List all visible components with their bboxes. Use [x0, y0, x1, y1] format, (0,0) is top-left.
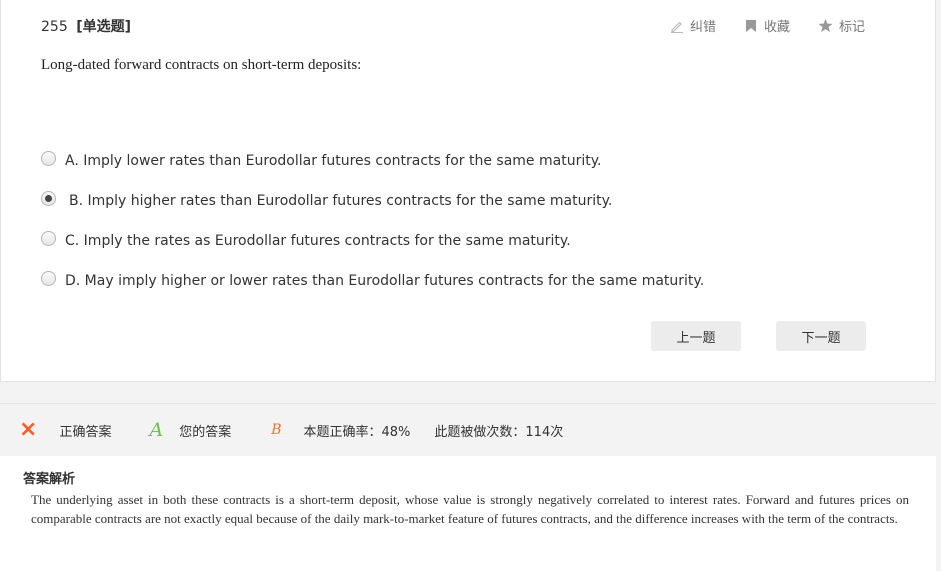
question-header: 255 [单选题]	[41, 16, 131, 36]
question-card: 255 [单选题] 纠错 收藏 标记 Long-dated forward co…	[0, 0, 936, 382]
correct-answer-value: A	[149, 419, 164, 441]
wrong-icon: ×	[19, 417, 38, 442]
report-error-label: 纠错	[689, 20, 716, 35]
pencil-icon	[670, 19, 684, 33]
question-tools: 纠错 收藏 标记	[670, 16, 865, 35]
next-question-button[interactable]: 下一题	[776, 321, 866, 351]
your-answer-value: B	[271, 422, 282, 438]
your-answer-label: 您的答案	[179, 424, 232, 440]
radio-b[interactable]	[41, 190, 56, 206]
mark-button[interactable]: 标记	[818, 16, 865, 35]
analysis-title: 答案解析	[23, 472, 76, 487]
star-icon	[818, 18, 833, 33]
option-b-text: B. Imply higher rates than Eurodollar fu…	[69, 193, 613, 209]
radio-a[interactable]	[41, 150, 56, 166]
question-stem: Long-dated forward contracts on short-te…	[41, 57, 362, 73]
option-a-text: A. Imply lower rates than Eurodollar fut…	[65, 153, 602, 169]
mark-label: 标记	[838, 20, 865, 35]
correct-answer-label: 正确答案	[59, 424, 112, 440]
radio-d[interactable]	[41, 270, 56, 286]
favorite-button[interactable]: 收藏	[744, 16, 790, 35]
attempt-count: 此题被做次数：114次	[434, 424, 564, 440]
option-d[interactable]: D. May imply higher or lower rates than …	[41, 261, 704, 301]
answer-analysis: 答案解析 The underlying asset in both these …	[0, 456, 936, 571]
correct-rate: 本题正确率：48%	[303, 424, 411, 440]
bookmark-icon	[744, 19, 758, 33]
option-c[interactable]: C. Imply the rates as Eurodollar futures…	[41, 221, 704, 261]
option-c-text: C. Imply the rates as Eurodollar futures…	[65, 233, 571, 249]
question-number: 255	[41, 19, 68, 35]
option-a[interactable]: A. Imply lower rates than Eurodollar fut…	[41, 141, 704, 181]
options-list: A. Imply lower rates than Eurodollar fut…	[41, 141, 704, 301]
report-error-button[interactable]: 纠错	[670, 16, 716, 35]
question-type: [单选题]	[76, 19, 131, 35]
analysis-text: The underlying asset in both these contr…	[31, 492, 909, 526]
favorite-label: 收藏	[763, 20, 790, 35]
option-d-text: D. May imply higher or lower rates than …	[65, 273, 705, 289]
radio-c[interactable]	[41, 230, 56, 246]
prev-question-button[interactable]: 上一题	[651, 321, 741, 351]
option-b[interactable]: B. Imply higher rates than Eurodollar fu…	[41, 181, 704, 221]
answer-bar: × 正确答案 A 您的答案 B 本题正确率：48% 此题被做次数：114次	[0, 403, 936, 456]
